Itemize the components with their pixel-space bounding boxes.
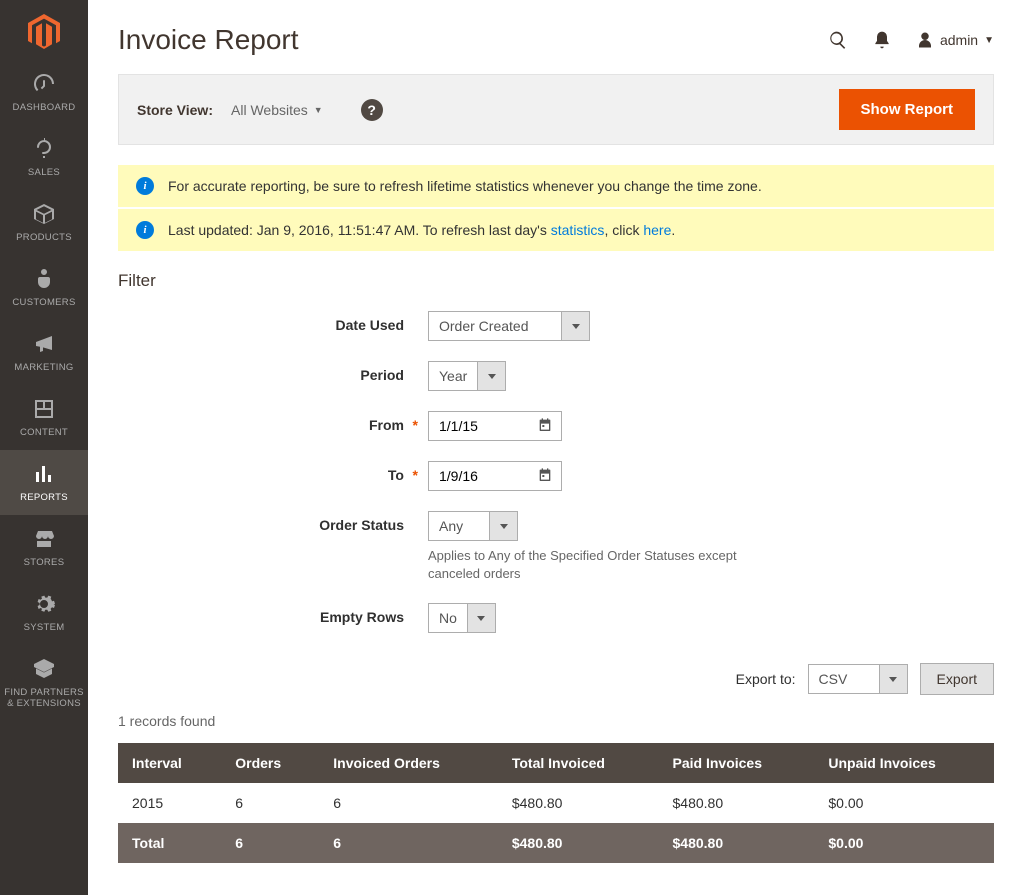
col-interval: Interval xyxy=(118,743,221,783)
store-view-label: Store View: xyxy=(137,102,213,118)
refresh-link[interactable]: here xyxy=(643,222,671,238)
nav-reports[interactable]: REPORTS xyxy=(0,450,88,515)
table-totals-row: Total 6 6 $480.80 $480.80 $0.00 xyxy=(118,823,994,863)
page-title: Invoice Report xyxy=(118,24,299,56)
admin-username: admin xyxy=(940,32,978,48)
nav-label: SALES xyxy=(28,167,60,178)
nav-content[interactable]: CONTENT xyxy=(0,385,88,450)
nav-marketing[interactable]: MARKETING xyxy=(0,320,88,385)
dropdown-toggle[interactable] xyxy=(561,312,589,340)
filter-section: Filter Date Used Order Created Period Ye… xyxy=(88,251,1024,633)
to-input[interactable] xyxy=(429,462,529,490)
nav-label: CUSTOMERS xyxy=(12,297,75,308)
records-count: 1 records found xyxy=(88,705,1024,737)
period-select[interactable]: Year xyxy=(428,361,506,391)
dropdown-toggle[interactable] xyxy=(467,604,495,632)
page-header: Invoice Report admin ▼ xyxy=(88,0,1024,74)
nav-customers[interactable]: CUSTOMERS xyxy=(0,255,88,320)
nav-partners[interactable]: FIND PARTNERS & EXTENSIONS xyxy=(0,645,88,721)
nav-label: FIND PARTNERS & EXTENSIONS xyxy=(4,687,84,709)
nav-label: SYSTEM xyxy=(24,622,65,633)
empty-rows-select[interactable]: No xyxy=(428,603,496,633)
nav-dashboard[interactable]: DASHBOARD xyxy=(0,60,88,125)
statistics-link[interactable]: statistics xyxy=(551,222,605,238)
main-content: Invoice Report admin ▼ Store View: All W… xyxy=(88,0,1024,895)
info-icon: i xyxy=(136,177,154,195)
chevron-down-icon: ▼ xyxy=(314,105,323,115)
export-label: Export to: xyxy=(736,671,796,687)
col-invoiced-orders: Invoiced Orders xyxy=(319,743,498,783)
field-period: Period Year xyxy=(118,361,994,391)
from-input[interactable] xyxy=(429,412,529,440)
nav-label: DASHBOARD xyxy=(13,102,76,113)
info-message: i Last updated: Jan 9, 2016, 11:51:47 AM… xyxy=(118,209,994,251)
export-format-select[interactable]: CSV xyxy=(808,664,908,694)
field-label: Period xyxy=(118,361,428,383)
dropdown-toggle[interactable] xyxy=(879,665,907,693)
calendar-icon[interactable] xyxy=(529,413,561,440)
admin-account-dropdown[interactable]: admin ▼ xyxy=(916,31,994,49)
nav-label: STORES xyxy=(24,557,65,568)
field-empty-rows: Empty Rows No xyxy=(118,603,994,633)
search-icon[interactable] xyxy=(828,30,848,50)
field-label: To xyxy=(118,461,428,483)
info-message: i For accurate reporting, be sure to ref… xyxy=(118,165,994,207)
nav-label: CONTENT xyxy=(20,427,68,438)
field-to: To xyxy=(118,461,994,491)
field-hint: Applies to Any of the Specified Order St… xyxy=(428,547,778,583)
field-label: From xyxy=(118,411,428,433)
field-from: From xyxy=(118,411,994,441)
dropdown-toggle[interactable] xyxy=(477,362,505,390)
field-date-used: Date Used Order Created xyxy=(118,311,994,341)
notifications-icon[interactable] xyxy=(872,30,892,50)
table-row: 2015 6 6 $480.80 $480.80 $0.00 xyxy=(118,783,994,823)
nav-stores[interactable]: STORES xyxy=(0,515,88,580)
show-report-button[interactable]: Show Report xyxy=(839,89,976,130)
nav-sales[interactable]: SALES xyxy=(0,125,88,190)
field-label: Order Status xyxy=(118,511,428,533)
help-icon[interactable]: ? xyxy=(361,99,383,121)
info-icon: i xyxy=(136,221,154,239)
export-button[interactable]: Export xyxy=(920,663,994,695)
nav-label: REPORTS xyxy=(20,492,68,503)
order-status-select[interactable]: Any xyxy=(428,511,518,541)
user-icon xyxy=(916,31,934,49)
col-total-invoiced: Total Invoiced xyxy=(498,743,659,783)
message-text: Last updated: Jan 9, 2016, 11:51:47 AM. … xyxy=(168,222,675,238)
table-header-row: Interval Orders Invoiced Orders Total In… xyxy=(118,743,994,783)
export-bar: Export to: CSV Export xyxy=(88,653,1024,705)
store-view-dropdown[interactable]: All Websites ▼ xyxy=(231,102,323,118)
admin-sidebar: DASHBOARD SALES PRODUCTS CUSTOMERS MARKE… xyxy=(0,0,88,895)
col-unpaid-invoices: Unpaid Invoices xyxy=(814,743,994,783)
store-view-switcher: Store View: All Websites ▼ ? xyxy=(137,99,383,121)
nav-label: PRODUCTS xyxy=(16,232,72,243)
col-orders: Orders xyxy=(221,743,319,783)
magento-logo[interactable] xyxy=(24,12,64,52)
chevron-down-icon: ▼ xyxy=(984,35,994,46)
nav-system[interactable]: SYSTEM xyxy=(0,580,88,645)
header-actions: admin ▼ xyxy=(828,30,994,50)
from-date-input[interactable] xyxy=(428,411,562,441)
field-label: Empty Rows xyxy=(118,603,428,625)
report-toolbar: Store View: All Websites ▼ ? Show Report xyxy=(118,74,994,145)
calendar-icon[interactable] xyxy=(529,463,561,490)
col-paid-invoices: Paid Invoices xyxy=(659,743,815,783)
filter-heading: Filter xyxy=(118,271,994,291)
to-date-input[interactable] xyxy=(428,461,562,491)
nav-label: MARKETING xyxy=(14,362,73,373)
dropdown-toggle[interactable] xyxy=(489,512,517,540)
field-label: Date Used xyxy=(118,311,428,333)
invoice-report-table: Interval Orders Invoiced Orders Total In… xyxy=(118,743,994,863)
nav-products[interactable]: PRODUCTS xyxy=(0,190,88,255)
message-text: For accurate reporting, be sure to refre… xyxy=(168,178,762,194)
date-used-select[interactable]: Order Created xyxy=(428,311,590,341)
field-order-status: Order Status Any Applies to Any of the S… xyxy=(118,511,994,583)
